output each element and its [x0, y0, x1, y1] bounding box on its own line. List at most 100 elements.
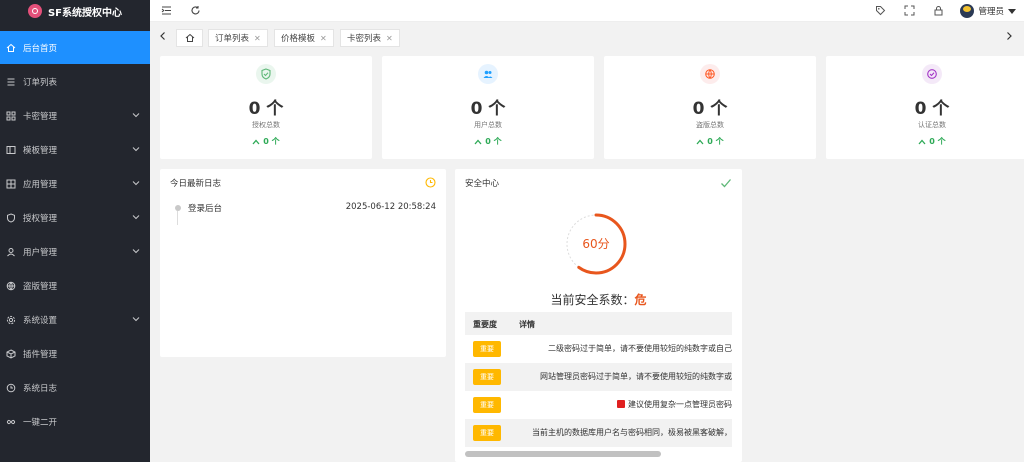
check-circle-icon	[922, 64, 942, 84]
stat-trend: 0 个	[826, 136, 1024, 147]
chevron-down-icon	[132, 181, 140, 186]
timeline-dot	[175, 205, 181, 211]
level-badge: 重要	[473, 369, 501, 385]
tag-icon[interactable]	[874, 4, 886, 16]
sidebar-item-label: 模板管理	[23, 145, 58, 156]
tab-orders[interactable]: 订单列表 ✕	[208, 29, 268, 47]
tab-home[interactable]	[176, 29, 203, 47]
sidebar-item-dev[interactable]: 一键二开	[0, 405, 150, 438]
row-detail: 二级密码过于简单，请不要使用较短的纯数字或自己	[548, 344, 732, 353]
security-level: 危	[634, 293, 647, 307]
refresh-icon[interactable]	[189, 4, 201, 16]
panel-title: 今日最新日志	[170, 179, 222, 189]
row-detail: 网站管理员密码过于简单，请不要使用较短的纯数字或	[540, 372, 732, 381]
sidebar-item-users[interactable]: 用户管理	[0, 235, 150, 268]
app-title: SF系统授权中心	[47, 7, 123, 19]
sidebar-item-plugins[interactable]: 插件管理	[0, 337, 150, 370]
stat-card-users: 0 个 用户总数 0 个	[382, 56, 594, 159]
tab-label: 卡密列表	[347, 34, 382, 44]
fullscreen-icon[interactable]	[903, 4, 915, 16]
arrow-up-icon	[918, 139, 926, 144]
stat-card-licenses: 0 个 授权总数 0 个	[160, 56, 372, 159]
security-headline-text: 当前安全系数：	[550, 293, 635, 307]
stat-value: 0 个	[692, 99, 728, 119]
row-detail: 当前主机的数据库用户名与密码相同，极易被黑客破解，	[532, 428, 732, 437]
app-logo[interactable]: SF系统授权中心	[0, 0, 150, 22]
sidebar-item-label: 盗版管理	[23, 281, 58, 292]
sidebar-item-label: 授权管理	[23, 213, 58, 224]
sidebar-item-label: 系统日志	[23, 383, 58, 394]
sidebar-item-label: 用户管理	[23, 247, 58, 258]
gear-icon	[6, 315, 16, 325]
tab-price-templates[interactable]: 价格模板 ✕	[274, 29, 334, 47]
sidebar-item-templates[interactable]: 模板管理	[0, 133, 150, 166]
clock-icon	[6, 383, 16, 393]
template-icon	[6, 145, 16, 155]
chevron-left-icon[interactable]	[158, 31, 170, 43]
panel-title: 安全中心	[465, 179, 500, 189]
stat-trend-value: 0 个	[929, 137, 946, 146]
stat-label: 认证总数	[918, 121, 946, 129]
sidebar-item-label: 应用管理	[23, 179, 58, 190]
apps-icon	[6, 179, 16, 189]
sidebar-item-licenses[interactable]: 授权管理	[0, 201, 150, 234]
security-table: 重要度 详情 重要 二级密码过于简单，请不要使用较短的纯数字或自己 重要 网站管…	[465, 312, 732, 449]
chevron-down-icon	[132, 113, 140, 118]
stat-value: 0 个	[914, 99, 950, 119]
lock-icon[interactable]	[932, 4, 944, 16]
log-entry-text: 登录后台	[188, 204, 223, 214]
arrow-up-icon	[252, 139, 260, 144]
infinity-icon	[6, 417, 16, 427]
horizontal-scrollbar[interactable]	[465, 451, 732, 457]
logo-icon	[27, 4, 42, 18]
caret-down-icon	[1008, 8, 1016, 14]
log-entry-time: 2025-06-12 20:58:24	[345, 202, 436, 212]
sidebar-item-orders[interactable]: 订单列表	[0, 65, 150, 98]
sidebar-item-label: 卡密管理	[23, 111, 58, 122]
sidebar-item-home[interactable]: 后台首页	[0, 31, 150, 64]
list-icon	[6, 77, 16, 87]
close-icon[interactable]: ✕	[320, 34, 327, 43]
stat-value: 0 个	[470, 99, 506, 119]
stat-trend: 0 个	[604, 136, 816, 147]
log-panel: 今日最新日志 登录后台 2025-06-12 20:58:24	[160, 169, 446, 357]
top-header: 管理员	[150, 0, 1024, 22]
sidebar-item-piracy[interactable]: 盗版管理	[0, 269, 150, 302]
sidebar-item-settings[interactable]: 系统设置	[0, 303, 150, 336]
tab-label: 价格模板	[281, 34, 316, 44]
globe-icon	[700, 64, 720, 84]
stat-label: 盗版总数	[696, 121, 724, 129]
stat-value: 0 个	[248, 99, 284, 119]
sidebar-item-label: 订单列表	[23, 77, 58, 88]
plugin-icon	[6, 348, 16, 359]
sidebar-item-apps[interactable]: 应用管理	[0, 167, 150, 200]
avatar	[960, 4, 975, 18]
close-icon[interactable]: ✕	[386, 34, 393, 43]
sidebar-item-label: 插件管理	[23, 349, 58, 360]
sidebar-item-logs[interactable]: 系统日志	[0, 371, 150, 404]
scrollbar-thumb[interactable]	[465, 451, 661, 457]
stat-label: 用户总数	[474, 121, 502, 129]
sidebar-item-label: 系统设置	[23, 315, 58, 326]
stat-trend: 0 个	[160, 136, 372, 147]
sidebar-item-cards[interactable]: 卡密管理	[0, 99, 150, 132]
column-header: 详情	[519, 320, 535, 329]
sidebar-item-label: 一键二开	[23, 417, 58, 428]
stat-trend-value: 0 个	[263, 137, 280, 146]
chevron-right-icon[interactable]	[1004, 31, 1016, 43]
check-icon	[721, 179, 731, 188]
table-row: 重要 二级密码过于简单，请不要使用较短的纯数字或自己	[465, 335, 732, 363]
user-name: 管理员	[978, 7, 1004, 17]
level-badge: 重要	[473, 397, 501, 413]
user-menu[interactable]: 管理员	[960, 2, 1016, 20]
close-icon[interactable]: ✕	[254, 34, 261, 43]
warning-icon	[617, 400, 625, 408]
table-header: 重要度 详情	[465, 312, 732, 335]
globe-icon	[6, 281, 16, 291]
security-score: 60分	[582, 237, 610, 251]
table-row: 重要 建议使用复杂一点管理员密码	[465, 391, 732, 419]
tab-card-list[interactable]: 卡密列表 ✕	[340, 29, 400, 47]
arrow-up-icon	[474, 139, 482, 144]
arrow-up-icon	[696, 139, 704, 144]
collapse-menu-icon[interactable]	[160, 4, 172, 16]
